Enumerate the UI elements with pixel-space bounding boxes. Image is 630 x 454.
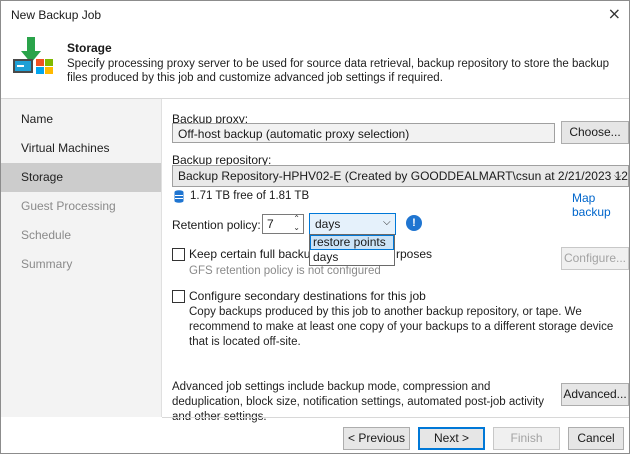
sidebar-item-guest-processing: Guest Processing: [21, 199, 116, 213]
wizard-steps-sidebar: Name Virtual Machines Storage Guest Proc…: [1, 99, 162, 417]
title-bar: New Backup Job ×: [1, 1, 629, 27]
sidebar-item-name[interactable]: Name: [1, 105, 161, 134]
veeam-backup-job-icon: [13, 37, 53, 74]
next-button[interactable]: Next >: [418, 427, 485, 450]
step-title: Storage: [67, 41, 112, 55]
gfs-label-end: rposes: [396, 247, 433, 261]
sidebar-item-virtual-machines[interactable]: Virtual Machines: [1, 134, 161, 163]
database-icon: [174, 190, 184, 203]
configure-gfs-button[interactable]: Configure...: [561, 247, 629, 270]
option-restore-points[interactable]: restore points: [310, 235, 394, 250]
step-description: Specify processing proxy server to be us…: [67, 58, 610, 84]
stepper-arrows-icon[interactable]: ⌃ ⌄: [293, 214, 300, 232]
gfs-note: GFS retention policy is not configured: [189, 265, 381, 277]
gfs-checkbox[interactable]: [172, 248, 185, 261]
retention-label: Retention policy:: [172, 218, 261, 232]
wizard-header: Storage Specify processing proxy server …: [1, 27, 629, 97]
wizard-footer: < Previous Next > Finish Cancel: [1, 418, 629, 453]
window-title: New Backup Job: [11, 8, 102, 22]
option-days[interactable]: days: [310, 250, 394, 265]
previous-button[interactable]: < Previous: [343, 427, 410, 450]
secondary-destinations-description: Copy backups produced by this job to ano…: [189, 306, 614, 348]
free-space-text: 1.71 TB free of 1.81 TB: [190, 190, 310, 202]
storage-settings-panel: Backup proxy: Off-host backup (automatic…: [162, 99, 629, 423]
chevron-down-icon: ⌵: [614, 171, 622, 182]
retention-value: 7: [267, 217, 274, 231]
sidebar-item-summary: Summary: [21, 257, 73, 271]
info-icon[interactable]: !: [406, 215, 422, 231]
finish-button[interactable]: Finish: [493, 427, 560, 450]
retention-unit-dropdown: restore points days: [309, 234, 395, 266]
close-icon[interactable]: ×: [608, 4, 621, 23]
chevron-down-icon: ⌵: [383, 217, 391, 228]
advanced-settings-button[interactable]: Advanced...: [561, 383, 629, 406]
map-backup-link[interactable]: Map backup: [572, 191, 629, 219]
repository-value: Backup Repository-HPHV02-E (Created by G…: [178, 169, 629, 183]
sidebar-item-storage[interactable]: Storage: [1, 163, 161, 192]
secondary-destinations-checkbox[interactable]: [172, 290, 185, 303]
proxy-field: Off-host backup (automatic proxy selecti…: [172, 123, 555, 143]
new-backup-job-dialog: New Backup Job × Storage Specify process…: [0, 0, 630, 454]
cancel-button[interactable]: Cancel: [568, 427, 624, 450]
retention-stepper[interactable]: 7 ⌃ ⌄: [262, 214, 304, 234]
repository-select[interactable]: Backup Repository-HPHV02-E (Created by G…: [172, 165, 629, 187]
retention-unit-value: days: [315, 217, 341, 231]
sidebar-item-schedule: Schedule: [21, 228, 72, 242]
secondary-destinations-label: Configure secondary destinations for thi…: [189, 289, 426, 303]
choose-proxy-button[interactable]: Choose...: [561, 121, 629, 144]
